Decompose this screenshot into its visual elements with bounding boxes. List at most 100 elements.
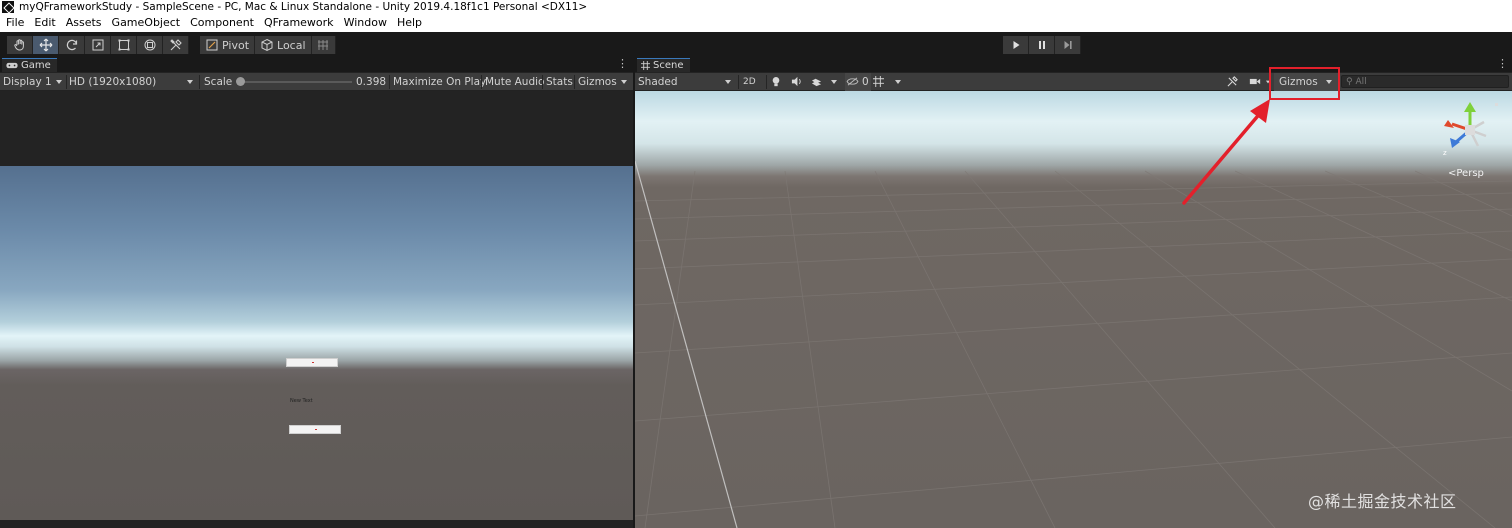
mute-audio-toggle[interactable]: Mute Audio (485, 73, 544, 91)
game-gizmos-dropdown[interactable]: Gizmos (578, 73, 632, 91)
scene-tab-strip: Scene ⋮ (635, 58, 1512, 72)
pivot-icon (206, 39, 218, 51)
play-icon (1013, 41, 1019, 49)
cube-icon (261, 38, 273, 52)
scene-orientation-gizmo[interactable]: z (1440, 100, 1500, 160)
game-tab-strip: Game ⋮ (0, 58, 633, 72)
scene-panel-menu-icon[interactable]: ⋮ (1497, 58, 1508, 72)
search-icon: ⚲ (1346, 77, 1353, 87)
scene-viewport[interactable] (635, 91, 1512, 528)
game-gizmos-label: Gizmos (578, 76, 617, 88)
red-arrow-icon (1182, 99, 1270, 205)
playback-controls (1003, 36, 1081, 54)
rotate-tool-button[interactable] (59, 36, 85, 54)
scale-slider-thumb[interactable] (236, 77, 245, 86)
tab-scene[interactable]: Scene (637, 58, 690, 72)
menu-component[interactable]: Component (185, 14, 259, 32)
effects-caret-icon (831, 80, 837, 84)
rect-tool-button[interactable] (111, 36, 137, 54)
scene-tools-button[interactable] (1227, 73, 1241, 91)
shading-mode-dropdown[interactable]: Shaded (638, 73, 734, 91)
display-caret-icon (56, 80, 62, 84)
move-tool-button[interactable] (33, 36, 59, 54)
stats-toggle[interactable]: Stats (546, 73, 573, 91)
grid-snap-icon (318, 40, 329, 50)
pause-button[interactable] (1029, 36, 1055, 54)
play-button[interactable] (1003, 36, 1029, 54)
menu-qframework[interactable]: QFramework (259, 14, 339, 32)
pivot-toggle[interactable]: Pivot (200, 36, 256, 54)
menu-file[interactable]: File (0, 14, 29, 32)
resolution-value: HD (1920x1080) (69, 76, 157, 88)
scale-slider-track (238, 81, 352, 83)
hidden-count: 0 (862, 76, 869, 88)
step-button[interactable] (1055, 36, 1081, 54)
game-panel-menu-icon[interactable]: ⋮ (617, 58, 628, 72)
menu-assets[interactable]: Assets (61, 14, 107, 32)
tab-scene-label: Scene (653, 59, 684, 71)
game-panel: Game ⋮ Display 1 HD (1920x1080) Scale 0.… (0, 58, 633, 528)
tab-game[interactable]: Game (2, 58, 57, 72)
resolution-dropdown[interactable]: HD (1920x1080) (69, 73, 197, 91)
effects-dropdown[interactable] (811, 73, 837, 91)
speaker-icon (791, 76, 801, 87)
menu-help[interactable]: Help (392, 14, 427, 32)
watermark-text: @稀土掘金技术社区 (1308, 492, 1457, 511)
unity-logo-icon (2, 1, 14, 13)
eye-hidden-icon (846, 77, 859, 86)
menu-gameobject[interactable]: GameObject (107, 14, 186, 32)
scene-panel: Scene ⋮ Shaded 2D 0 Gizmos ⚲ All (635, 58, 1512, 528)
grid-snap-button[interactable] (311, 36, 336, 54)
camera-icon (1249, 78, 1261, 85)
mode-2d-toggle[interactable]: 2D (743, 73, 761, 91)
transform-tools (7, 36, 189, 54)
scene-grid (635, 160, 1512, 528)
resolution-caret-icon (187, 80, 193, 84)
custom-tool-button[interactable] (163, 36, 189, 54)
grid-caret-icon (895, 80, 901, 84)
local-toggle[interactable]: Local (255, 36, 312, 54)
transform-tool-button[interactable] (137, 36, 163, 54)
game-letterbox-top (0, 92, 633, 166)
main-toolbar: Pivot Local (0, 32, 1512, 58)
lighting-toggle[interactable] (771, 73, 783, 91)
step-icon (1064, 41, 1072, 49)
grid-dropdown[interactable] (873, 73, 905, 91)
scale-slider[interactable] (236, 73, 354, 91)
game-ui-button-bottom[interactable] (289, 425, 341, 434)
maximize-on-play-toggle[interactable]: Maximize On Play (393, 73, 486, 91)
hand-tool-button[interactable] (7, 36, 33, 54)
hand-icon (13, 39, 24, 51)
shading-caret-icon (725, 80, 731, 84)
scale-value: 0.398 (356, 76, 387, 88)
tools-icon (1227, 76, 1238, 87)
display-value: Display 1 (3, 76, 52, 88)
scale-icon (92, 39, 103, 51)
pivot-label: Pivot (222, 38, 250, 52)
game-ui-button-top[interactable] (286, 358, 338, 367)
menu-bar: File Edit Assets GameObject Component QFramew… (0, 14, 1512, 32)
grid-icon (873, 76, 884, 87)
transform-icon (144, 39, 155, 51)
audio-toggle[interactable] (791, 73, 803, 91)
move-icon (39, 38, 52, 52)
effects-icon (811, 78, 822, 87)
game-viewport[interactable]: New Text (0, 166, 633, 520)
lightbulb-icon (772, 77, 780, 87)
pause-icon (1038, 41, 1045, 49)
svg-text:z: z (1443, 149, 1447, 157)
tab-game-label: Game (21, 59, 51, 71)
persp-label[interactable]: <Persp (1448, 168, 1484, 179)
search-placeholder: All (1355, 77, 1367, 87)
menu-edit[interactable]: Edit (29, 14, 60, 32)
scale-tool-button[interactable] (85, 36, 111, 54)
gamepad-icon (6, 62, 18, 69)
display-dropdown[interactable]: Display 1 (3, 73, 65, 91)
scene-control-bar: Shaded 2D 0 Gizmos ⚲ All (635, 73, 1512, 91)
hidden-objects-toggle[interactable]: 0 (845, 73, 871, 91)
rotate-icon (66, 39, 77, 51)
window-title-bar: myQFrameworkStudy - SampleScene - PC, Ma… (0, 0, 1512, 14)
scene-search-field[interactable]: ⚲ All (1341, 75, 1509, 88)
menu-window[interactable]: Window (339, 14, 392, 32)
rect-icon (118, 39, 129, 51)
